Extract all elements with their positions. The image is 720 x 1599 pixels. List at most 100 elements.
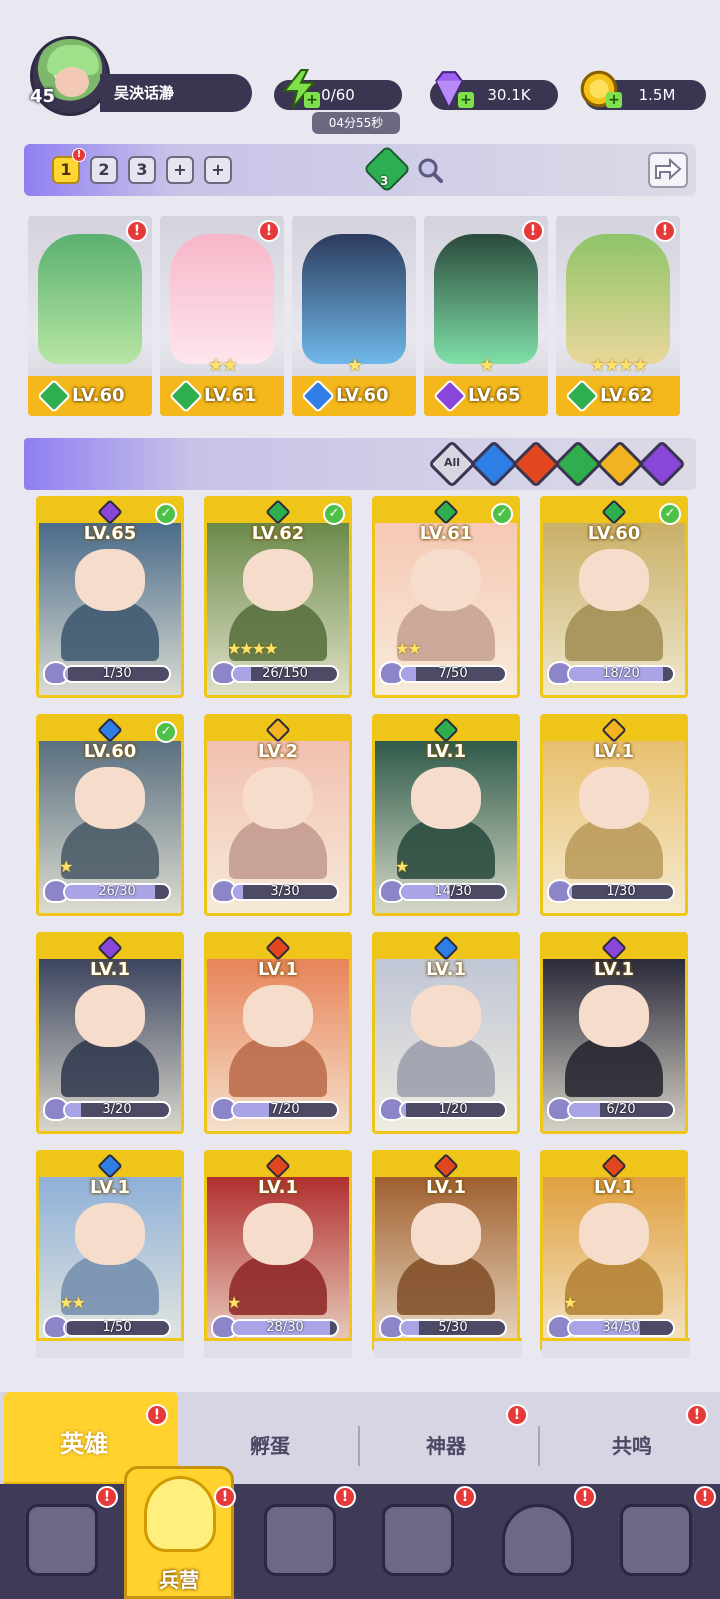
hero-card[interactable]: LV.1 5/30 (372, 1150, 520, 1352)
water-element-icon (97, 1153, 123, 1179)
nav-alert: ! (694, 1486, 716, 1508)
shard-progress-text: 1/50 (102, 1320, 132, 1335)
hero-card[interactable]: LV.1 ★ 28/30 (204, 1150, 352, 1352)
team-tab-2[interactable]: 2 (90, 156, 118, 184)
team-tab-add-1[interactable]: + (166, 156, 194, 184)
hero-card[interactable]: LV.1 ★ 14/30 (372, 714, 520, 916)
search-icon[interactable] (416, 156, 444, 184)
energy-timer: 04分55秒 (312, 112, 400, 134)
shard-progress-text: 1/30 (606, 884, 636, 899)
team-slot-alert: ! (654, 220, 676, 242)
light-element-icon (265, 717, 291, 743)
team-slot-5[interactable]: ★★★★ LV.62 ! (556, 216, 680, 416)
team-slot-4[interactable]: ★ LV.65 ! (424, 216, 548, 416)
hero-card[interactable]: LV.65 ✓ 1/30 (36, 496, 184, 698)
hero-stars: ★ (563, 1293, 577, 1312)
tab-heroes-alert: ! (146, 1404, 168, 1426)
shard-progress-text: 26/150 (262, 666, 308, 681)
hero-level: LV.2 (258, 741, 298, 762)
team-slot-stars: ★★★★ (589, 355, 649, 376)
team-tab-add-2[interactable]: + (204, 156, 232, 184)
team-gem-count: 3 (380, 174, 389, 188)
water-element-icon (433, 935, 459, 961)
hero-level: LV.61 (419, 523, 473, 544)
team-slot-level: LV.60 (336, 385, 389, 406)
hero-card-partial (204, 1338, 352, 1358)
team-slot-stars: ★ (478, 355, 495, 376)
fire-element-icon (265, 935, 291, 961)
hero-head (243, 549, 313, 611)
hero-head (579, 549, 649, 611)
add-gold-icon[interactable]: + (606, 92, 622, 108)
hero-head (411, 985, 481, 1047)
team-tab-3[interactable]: 3 (128, 156, 156, 184)
hero-card-partial (542, 1338, 690, 1358)
cards-icon[interactable] (26, 1504, 98, 1576)
hero-card[interactable]: LV.1 ★★ 1/50 (36, 1150, 184, 1352)
hero-portrait (170, 234, 274, 364)
team-tab-alert: ! (72, 148, 86, 162)
hero-level: LV.1 (594, 1177, 634, 1198)
hero-head (243, 767, 313, 829)
add-energy-icon[interactable]: + (304, 92, 320, 108)
team-slot-alert: ! (126, 220, 148, 242)
dark-element-icon (97, 499, 123, 525)
team-slot-3[interactable]: ★ LV.60 (292, 216, 416, 416)
hero-card[interactable]: LV.61 ✓ ★★ 7/50 (372, 496, 520, 698)
fire-element-icon (433, 1153, 459, 1179)
mushroom-icon[interactable] (502, 1504, 574, 1576)
hero-card[interactable]: LV.62 ✓ ★★★★ 26/150 (204, 496, 352, 698)
hero-level: LV.1 (90, 959, 130, 980)
shard-progress-text: 1/20 (438, 1102, 468, 1117)
hero-head (75, 1203, 145, 1265)
hero-stars: ★ (59, 857, 73, 876)
tab-artifacts[interactable]: 神器 (426, 1430, 466, 1459)
hero-card[interactable]: LV.1 1/20 (372, 932, 520, 1134)
hero-card[interactable]: LV.60 ✓ ★ 26/30 (36, 714, 184, 916)
hero-level: LV.60 (83, 741, 137, 762)
owned-check-icon: ✓ (155, 503, 177, 525)
tab-hatch[interactable]: 孵蛋 (250, 1430, 290, 1459)
shard-progress-text: 6/20 (606, 1102, 636, 1117)
banner-icon[interactable] (620, 1504, 692, 1576)
player-name[interactable]: 吴泱话瀞 (100, 74, 252, 112)
hero-card[interactable]: LV.1 1/30 (540, 714, 688, 916)
nature-element-icon (601, 499, 627, 525)
team-slot-2[interactable]: ★★ LV.61 ! (160, 216, 284, 416)
nature-element-icon (433, 499, 459, 525)
shard-progress-text: 18/20 (602, 666, 640, 681)
castle-icon[interactable] (382, 1504, 454, 1576)
shard-progress-text: 14/30 (434, 884, 472, 899)
hero-card-partial (36, 1338, 184, 1358)
hero-head (243, 985, 313, 1047)
shard-progress-text: 7/20 (270, 1102, 300, 1117)
hero-portrait (434, 234, 538, 364)
team-bar (24, 144, 696, 196)
shard-progress-text: 3/30 (270, 884, 300, 899)
tab-resonance-alert: ! (686, 1404, 708, 1426)
nav-alert: ! (334, 1486, 356, 1508)
avatar-face (55, 67, 89, 97)
tab-resonance[interactable]: 共鸣 (612, 1430, 652, 1459)
team-slot-1[interactable]: LV.60 ! (28, 216, 152, 416)
add-gems-icon[interactable]: + (458, 92, 474, 108)
hero-card[interactable]: LV.1 3/20 (36, 932, 184, 1134)
hero-card[interactable]: LV.2 3/30 (204, 714, 352, 916)
hero-head (411, 549, 481, 611)
nav-alert: ! (454, 1486, 476, 1508)
book-icon[interactable] (264, 1504, 336, 1576)
filter-all-label: All (443, 456, 461, 469)
shard-progress-text: 34/50 (602, 1320, 640, 1335)
hero-level: LV.65 (83, 523, 137, 544)
hero-head (75, 549, 145, 611)
hero-portrait (302, 234, 406, 364)
hero-card[interactable]: LV.1 6/20 (540, 932, 688, 1134)
hero-portrait (566, 234, 670, 364)
hero-card[interactable]: LV.1 7/20 (204, 932, 352, 1134)
hero-head (75, 767, 145, 829)
hero-card[interactable]: LV.1 ★ 34/50 (540, 1150, 688, 1352)
barracks-icon (144, 1476, 216, 1552)
nav-alert: ! (214, 1486, 236, 1508)
share-button[interactable] (648, 152, 688, 188)
hero-card[interactable]: LV.60 ✓ 18/20 (540, 496, 688, 698)
